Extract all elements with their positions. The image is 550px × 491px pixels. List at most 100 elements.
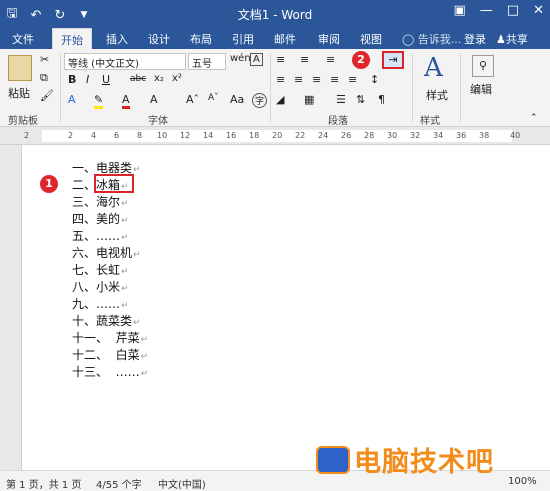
tab-review[interactable]: 审阅	[318, 31, 340, 47]
highlight-icon[interactable]: ✎	[94, 93, 104, 109]
step-badge-1: 1	[40, 175, 58, 193]
show-marks-icon[interactable]: ¶	[378, 93, 385, 106]
ruler-tick: 6	[114, 131, 120, 140]
ruler-tick: 16	[226, 131, 237, 140]
zoom-level[interactable]: 100%	[508, 476, 537, 487]
copy-icon[interactable]: ⧉	[40, 71, 48, 85]
styles-icon[interactable]: A	[424, 53, 443, 83]
change-case-icon[interactable]: Aa	[230, 93, 244, 106]
pinyin-icon[interactable]: wén	[230, 53, 251, 64]
italic-button[interactable]: I	[86, 73, 89, 86]
doc-line[interactable]: 十二、 白菜↵	[72, 346, 148, 363]
group-divider	[60, 53, 61, 123]
language-indicator[interactable]: 中文(中国)	[158, 476, 206, 491]
shrink-font-icon[interactable]: Aˇ	[208, 93, 219, 103]
collapse-ribbon-icon[interactable]: ⌃	[530, 113, 538, 123]
increase-indent-button[interactable]: ⇥	[382, 51, 404, 69]
minimize-icon[interactable]: —	[480, 3, 493, 18]
ruler-tick: 32	[410, 131, 421, 140]
horizontal-ruler[interactable]: 2 2 4 6 8 10 12 14 16 18 20 22 24 26 28 …	[0, 127, 550, 145]
tell-me-box[interactable]: ◯ 告诉我...	[402, 31, 461, 47]
watermark-logo-icon	[316, 445, 350, 474]
text-effects-icon[interactable]: A	[68, 93, 76, 106]
paste-button-label[interactable]: 粘贴	[8, 85, 30, 101]
shading-icon[interactable]: ◢	[276, 93, 284, 106]
share-button[interactable]: ♟共享	[496, 31, 528, 47]
tab-insert[interactable]: 插入	[106, 31, 128, 47]
title-bar: 🖫 ↶ ↻ ▼ 文档1 - Word ▣ — □ ✕	[0, 0, 550, 26]
group-divider	[270, 53, 271, 123]
doc-line[interactable]: 十、蔬菜类↵	[72, 312, 141, 329]
group-paragraph-label: 段落	[328, 116, 348, 127]
watermark: 电脑技术吧	[316, 440, 494, 479]
ruler-tick: 36	[456, 131, 467, 140]
ribbon-options-icon[interactable]: ▣	[454, 3, 466, 18]
page-count[interactable]: 第 1 页，共 1 页	[6, 476, 81, 491]
bullets-icon[interactable]: ≡	[276, 53, 285, 66]
doc-line[interactable]: 三、海尔↵	[72, 193, 129, 210]
grow-font-icon[interactable]: Aˆ	[186, 93, 199, 106]
close-icon[interactable]: ✕	[533, 3, 544, 18]
tab-view[interactable]: 视图	[360, 31, 382, 47]
ruler-tick: 38	[479, 131, 490, 140]
distributed-icon[interactable]: ≡	[348, 73, 357, 86]
borders-icon[interactable]: ▦	[304, 93, 314, 106]
tab-layout[interactable]: 布局	[190, 31, 212, 47]
styles-button-label[interactable]: 样式	[426, 87, 448, 103]
subscript-button[interactable]: x₂	[154, 73, 164, 84]
font-color-icon[interactable]: A	[122, 93, 130, 109]
format-painter-icon[interactable]: 🖌	[40, 89, 54, 102]
tab-mailings[interactable]: 邮件	[274, 31, 296, 47]
tab-home[interactable]: 开始	[52, 28, 92, 49]
vertical-ruler[interactable]	[0, 145, 22, 470]
word-count[interactable]: 4/55 个字	[96, 476, 142, 491]
strikethrough-button[interactable]: abc	[130, 74, 146, 84]
numbering-icon[interactable]: ≡	[300, 53, 309, 66]
ruler-tick: 26	[341, 131, 352, 140]
group-styles-label: 样式	[420, 116, 440, 127]
doc-line[interactable]: 十三、 ……↵	[72, 363, 148, 380]
doc-line[interactable]: 四、美的↵	[72, 210, 129, 227]
enclose-char-icon[interactable]: 字	[252, 93, 268, 108]
tab-design[interactable]: 设计	[148, 31, 170, 47]
doc-line[interactable]: 十一、 芹菜↵	[72, 329, 148, 346]
tab-references[interactable]: 引用	[232, 31, 254, 47]
align-right-icon[interactable]: ≡	[312, 73, 321, 86]
align-left-icon[interactable]: ≡	[276, 73, 285, 86]
font-name-combo[interactable]: 等线 (中文正文)	[64, 53, 186, 70]
superscript-button[interactable]: x²	[172, 73, 182, 84]
font-size-combo[interactable]: 五号	[188, 53, 226, 70]
char-border-icon[interactable]: A	[250, 53, 263, 66]
search-icon[interactable]: ⚲	[472, 55, 494, 77]
tab-file[interactable]: 文件	[12, 31, 34, 47]
doc-line[interactable]: 五、……↵	[72, 227, 129, 244]
paste-icon[interactable]	[8, 55, 32, 81]
ruler-tick: 8	[137, 131, 143, 140]
ruler-tick: 30	[387, 131, 398, 140]
doc-line[interactable]: 六、电视机↵	[72, 244, 141, 261]
cut-icon[interactable]: ✂	[40, 53, 49, 66]
restore-icon[interactable]: □	[507, 3, 519, 18]
doc-line[interactable]: 九、……↵	[72, 295, 129, 312]
multilevel-list-icon[interactable]: ≡	[326, 53, 335, 66]
editing-button-label[interactable]: 编辑	[470, 81, 492, 97]
signin-link[interactable]: 登录	[464, 31, 486, 47]
doc-line[interactable]: 八、小米↵	[72, 278, 129, 295]
bold-button[interactable]: B	[68, 73, 76, 86]
ruler-tick: 34	[433, 131, 444, 140]
justify-icon[interactable]: ≡	[330, 73, 339, 86]
line-spacing-icon[interactable]: ↕	[370, 73, 379, 86]
underline-button[interactable]: U	[102, 73, 110, 86]
group-divider	[460, 53, 461, 123]
ribbon: 粘贴 ✂ ⧉ 🖌 剪贴板 等线 (中文正文) 五号 wén A B I U ab…	[0, 49, 550, 127]
doc-line[interactable]: 七、长虹↵	[72, 261, 129, 278]
document-page[interactable]: 一、电器类↵ 二、冰箱↵ 三、海尔↵ 四、美的↵ 五、……↵ 六、电视机↵ 七、…	[22, 145, 550, 470]
lightbulb-icon: ◯	[402, 33, 415, 46]
ruler-tick: 4	[91, 131, 97, 140]
chinese-layout-icon[interactable]: ☰	[336, 93, 346, 106]
window-controls: ▣ — □ ✕	[454, 3, 545, 18]
ruler-tick: 20	[272, 131, 283, 140]
align-center-icon[interactable]: ≡	[294, 73, 303, 86]
sort-icon[interactable]: ⇅	[356, 93, 365, 106]
char-shading-icon[interactable]: A	[150, 93, 158, 106]
